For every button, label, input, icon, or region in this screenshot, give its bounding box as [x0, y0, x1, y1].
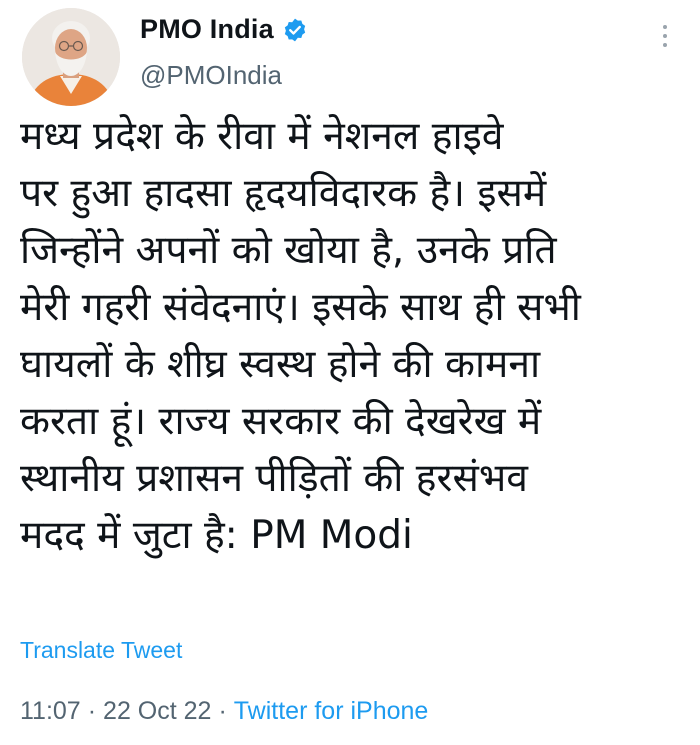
more-options-icon[interactable] [650, 18, 680, 54]
display-name[interactable]: PMO India [140, 14, 274, 45]
tweet-date[interactable]: 22 Oct 22 [103, 697, 211, 725]
account-handle[interactable]: @PMOIndia [140, 60, 282, 91]
tweet-line: स्थानीय प्रशासन पीड़ितों की हरसंभव [20, 456, 528, 501]
tweet-meta: 11:07 · 22 Oct 22 · Twitter for iPhone [20, 697, 428, 726]
more-dot [663, 43, 667, 47]
display-name-row[interactable]: PMO India [140, 14, 308, 45]
tweet-line: मदद में जुटा है: PM Modi [20, 513, 413, 558]
translate-tweet-link[interactable]: Translate Tweet [20, 637, 182, 664]
meta-separator: · [218, 697, 227, 725]
avatar[interactable] [22, 8, 120, 106]
more-dot [663, 34, 667, 38]
tweet-line: पर हुआ हादसा हृदयविदारक है। इसमें [20, 171, 547, 216]
tweet-line: घायलों के शीघ्र स्वस्थ होने की कामना [20, 342, 541, 387]
tweet-line: जिन्होंने अपनों को खोया है, उनके प्रति [20, 228, 557, 273]
tweet-line: मध्य प्रदेश के रीवा में नेशनल हाइवे [20, 114, 504, 159]
profile-photo [22, 8, 120, 106]
tweet-source-link[interactable]: Twitter for iPhone [234, 697, 429, 725]
meta-separator: · [87, 697, 97, 725]
tweet-time[interactable]: 11:07 [20, 697, 81, 725]
tweet-line: मेरी गहरी संवेदनाएं। इसके साथ ही सभी [20, 285, 581, 330]
more-dot [663, 25, 667, 29]
verified-badge-icon [282, 17, 308, 43]
tweet-line: करता हूं। राज्य सरकार की देखरेख में [20, 399, 542, 444]
tweet-text: मध्य प्रदेश के रीवा में नेशनल हाइवे पर ह… [20, 108, 680, 564]
